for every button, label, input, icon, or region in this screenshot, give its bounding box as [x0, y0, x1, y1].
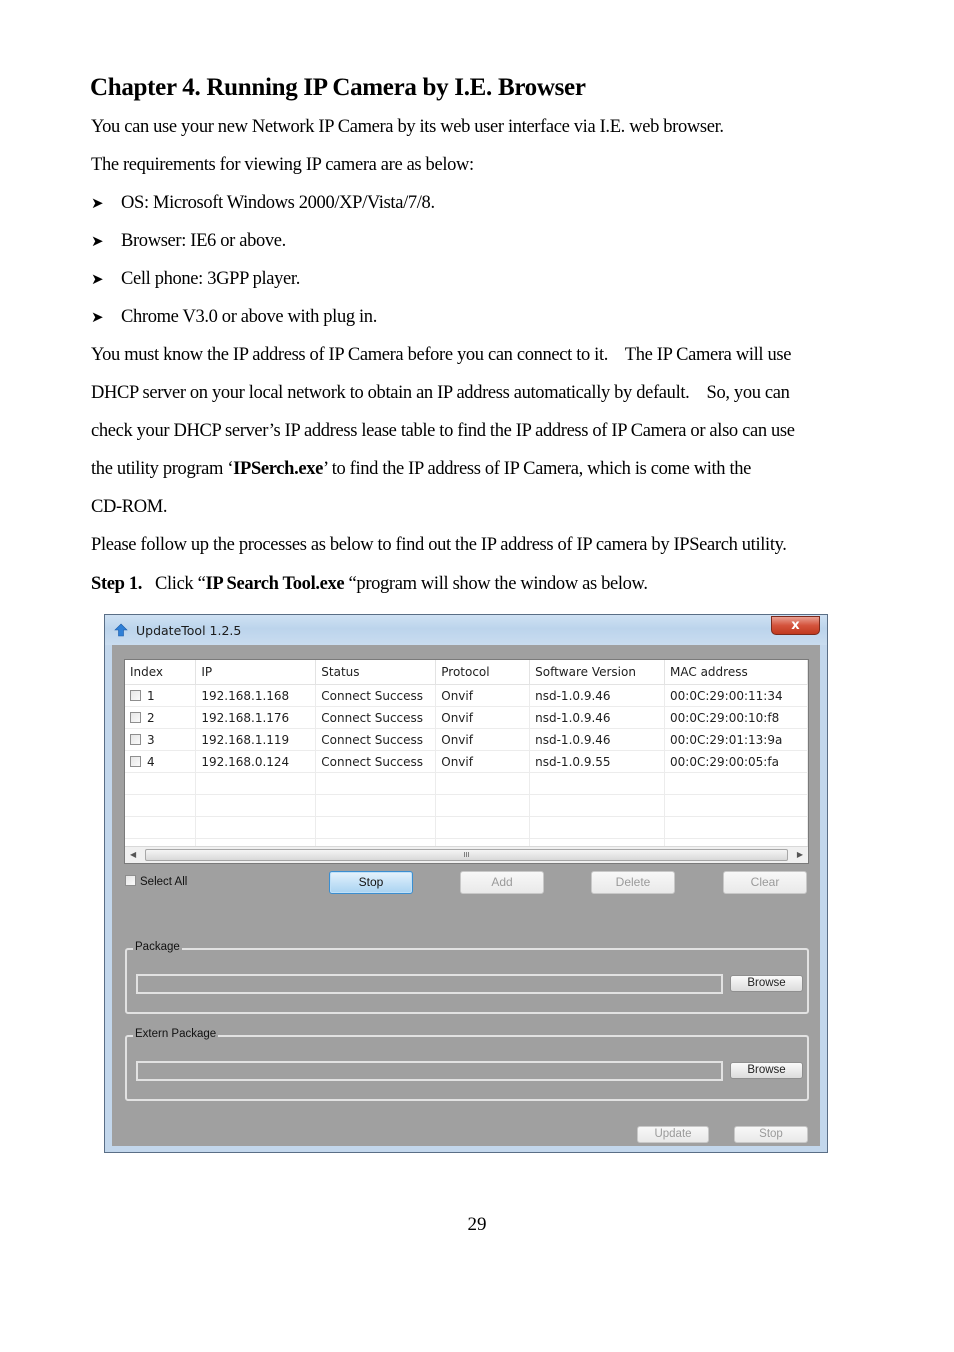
- body-paragraph-line: CD-ROM.: [91, 497, 168, 517]
- chapter-title: Chapter 4. Running IP Camera by I.E. Bro…: [90, 74, 586, 101]
- protocol-cell: Onvif: [435, 684, 531, 707]
- close-button[interactable]: x: [771, 616, 820, 635]
- requirement-item: ➤ Browser: IE6 or above.: [91, 231, 286, 251]
- close-icon: x: [791, 618, 800, 633]
- mac-cell: 00:0C:29:00:11:34: [664, 684, 808, 707]
- ip-cell: 192.168.1.119: [195, 728, 317, 751]
- empty-row: [125, 816, 808, 839]
- update-button[interactable]: Update: [637, 1126, 709, 1143]
- program-name: IPSerch.exe: [233, 459, 323, 479]
- ip-cell: 192.168.1.176: [195, 706, 317, 729]
- browse-extern-package-button[interactable]: Browse: [730, 1062, 803, 1079]
- window-frame-left: [105, 645, 112, 1152]
- page-number: 29: [467, 1214, 487, 1235]
- status-cell: Connect Success: [315, 706, 437, 729]
- scroll-right-icon[interactable]: ▶: [797, 850, 803, 859]
- requirements-lead: The requirements for viewing IP camera a…: [91, 155, 474, 175]
- mac-cell: 00:0C:29:00:05:fa: [664, 750, 808, 773]
- table-row[interactable]: 2 192.168.1.176 Connect Success Onvif ns…: [125, 706, 808, 729]
- device-list-table: Index IP Status Protocol Software Versio…: [124, 659, 809, 864]
- protocol-cell: Onvif: [435, 728, 531, 751]
- table-header-row: Index IP Status Protocol Software Versio…: [125, 660, 808, 685]
- tool-name: IP Search Tool.exe: [205, 574, 345, 594]
- checkbox-icon[interactable]: [125, 875, 136, 886]
- extern-package-group: Extern Package Browse: [125, 1028, 809, 1101]
- scroll-left-icon[interactable]: ◀: [130, 850, 136, 859]
- empty-row: [125, 772, 808, 795]
- row-checkbox[interactable]: [130, 711, 141, 723]
- horizontal-scrollbar[interactable]: ◀ III ▶: [125, 846, 808, 863]
- ip-cell: 192.168.1.168: [195, 684, 317, 707]
- scrollbar-thumb[interactable]: III: [145, 849, 788, 861]
- stop-button[interactable]: Stop: [329, 871, 413, 894]
- row-checkbox[interactable]: [130, 755, 141, 767]
- ip-cell: 192.168.0.124: [195, 750, 317, 773]
- select-all-checkbox[interactable]: Select All: [125, 875, 187, 888]
- requirement-item: ➤ Cell phone: 3GPP player.: [91, 269, 300, 289]
- package-label: Package: [133, 941, 182, 953]
- body-paragraph-line: the utility program ‘IPSerch.exe’ to fin…: [91, 459, 752, 479]
- add-button[interactable]: Add: [460, 871, 544, 894]
- update-tool-window: UpdateTool 1.2.5 x Index IP Status Proto…: [104, 614, 828, 1153]
- follow-up-paragraph: Please follow up the processes as below …: [91, 535, 787, 555]
- column-header-index[interactable]: Index: [125, 660, 197, 685]
- protocol-cell: Onvif: [435, 706, 531, 729]
- mac-cell: 00:0C:29:00:10:f8: [664, 706, 808, 729]
- window-frame-bottom: [105, 1146, 827, 1152]
- column-header-ip[interactable]: IP: [195, 660, 317, 685]
- body-paragraph-line: You must know the IP address of IP Camer…: [91, 345, 792, 365]
- window-titlebar[interactable]: UpdateTool 1.2.5 x: [105, 615, 827, 645]
- arrow-bullet-icon: ➤: [91, 270, 104, 288]
- status-cell: Connect Success: [315, 750, 437, 773]
- package-group: Package Browse: [125, 941, 809, 1014]
- up-arrow-app-icon: [114, 623, 128, 637]
- version-cell: nsd-1.0.9.55: [529, 750, 666, 773]
- protocol-cell: Onvif: [435, 750, 531, 773]
- body-paragraph-line: DHCP server on your local network to obt…: [91, 383, 790, 403]
- extern-package-path-input[interactable]: [136, 1061, 723, 1081]
- table-row[interactable]: 4 192.168.0.124 Connect Success Onvif ns…: [125, 750, 808, 773]
- body-paragraph-line: check your DHCP server’s IP address leas…: [91, 421, 795, 441]
- delete-button[interactable]: Delete: [591, 871, 675, 894]
- empty-row: [125, 794, 808, 817]
- extern-package-label: Extern Package: [133, 1028, 219, 1040]
- requirement-item: ➤ OS: Microsoft Windows 2000/XP/Vista/7/8…: [91, 193, 435, 213]
- arrow-bullet-icon: ➤: [91, 232, 104, 250]
- status-cell: Connect Success: [315, 684, 437, 707]
- table-row[interactable]: 1 192.168.1.168 Connect Success Onvif ns…: [125, 684, 808, 707]
- step-1-instruction: Step 1. Click “IP Search Tool.exe “progra…: [91, 574, 648, 594]
- row-checkbox[interactable]: [130, 689, 141, 701]
- status-cell: Connect Success: [315, 728, 437, 751]
- browse-package-button[interactable]: Browse: [730, 975, 803, 992]
- clear-button[interactable]: Clear: [723, 871, 807, 894]
- column-header-mac-address[interactable]: MAC address: [664, 660, 808, 685]
- mac-cell: 00:0C:29:01:13:9a: [664, 728, 808, 751]
- package-path-input[interactable]: [136, 974, 723, 994]
- grip-icon: III: [463, 851, 470, 859]
- column-header-software-version[interactable]: Software Version: [529, 660, 666, 685]
- version-cell: nsd-1.0.9.46: [529, 728, 666, 751]
- requirement-item: ➤ Chrome V3.0 or above with plug in.: [91, 307, 377, 327]
- version-cell: nsd-1.0.9.46: [529, 684, 666, 707]
- arrow-bullet-icon: ➤: [91, 308, 104, 326]
- step-label: Step 1.: [91, 574, 142, 594]
- column-header-protocol[interactable]: Protocol: [435, 660, 531, 685]
- window-title: UpdateTool 1.2.5: [136, 623, 242, 638]
- version-cell: nsd-1.0.9.46: [529, 706, 666, 729]
- arrow-bullet-icon: ➤: [91, 194, 104, 212]
- column-header-status[interactable]: Status: [315, 660, 437, 685]
- intro-paragraph: You can use your new Network IP Camera b…: [91, 117, 724, 137]
- table-row[interactable]: 3 192.168.1.119 Connect Success Onvif ns…: [125, 728, 808, 751]
- window-frame-right: [820, 645, 827, 1152]
- row-checkbox[interactable]: [130, 733, 141, 745]
- stop-update-button[interactable]: Stop: [734, 1126, 808, 1143]
